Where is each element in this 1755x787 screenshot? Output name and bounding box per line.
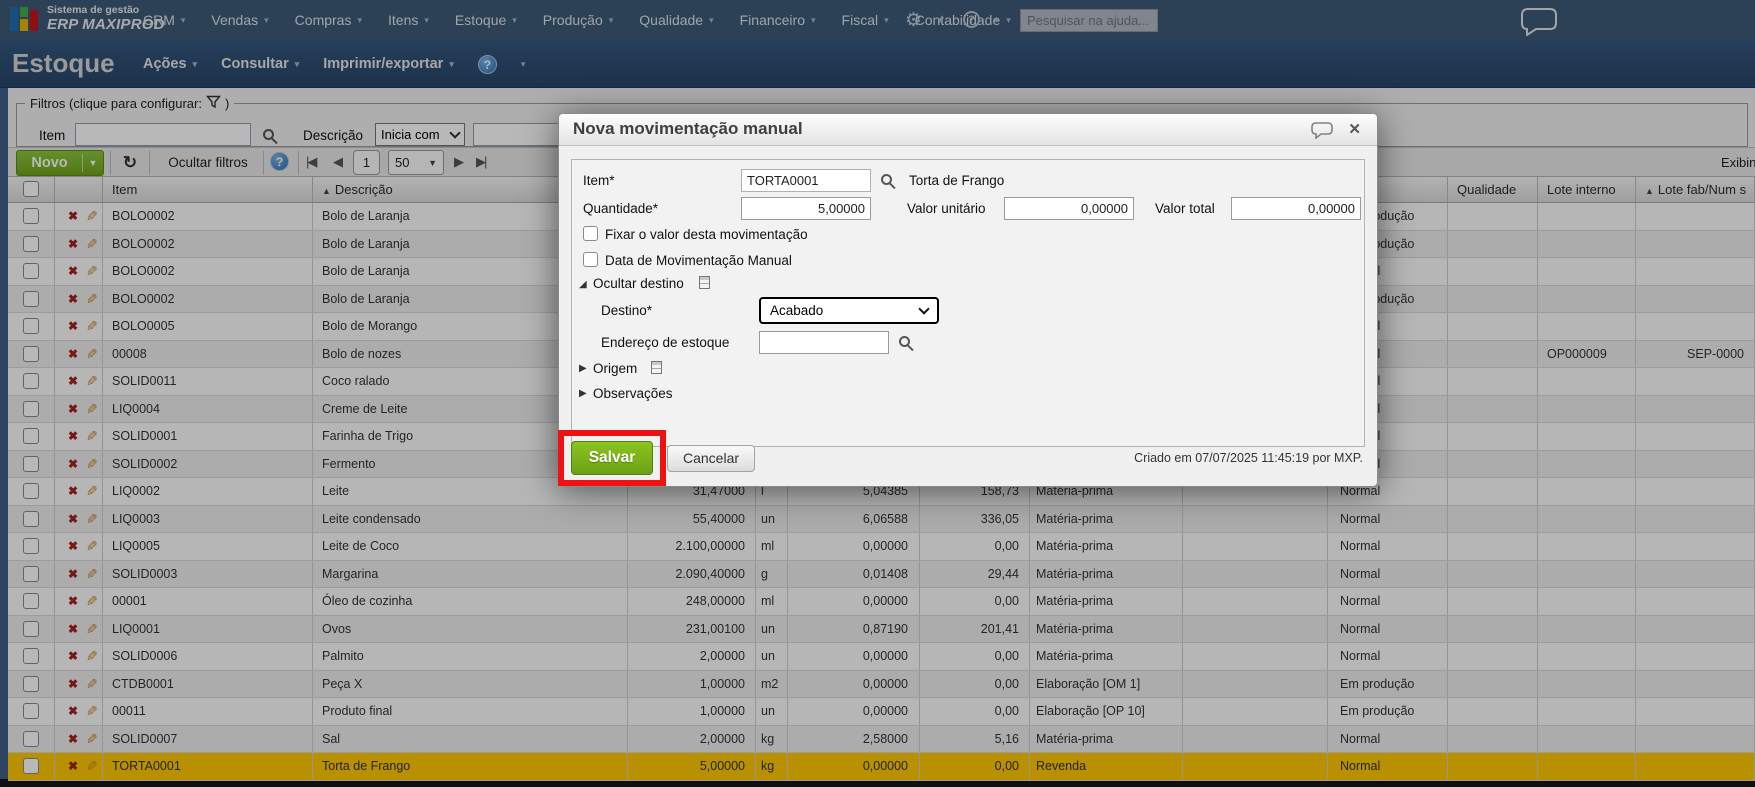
fixar-valor-checkbox[interactable]	[583, 226, 598, 241]
item-input[interactable]	[741, 169, 871, 192]
data-movimentacao-checkbox[interactable]	[583, 252, 598, 267]
chevron-down-icon	[918, 302, 930, 315]
close-icon[interactable]: ✕	[1348, 120, 1361, 138]
endereco-search-icon[interactable]	[899, 336, 910, 347]
nova-movimentacao-dialog: Nova movimentação manual ✕ Item* Torta d…	[558, 113, 1378, 487]
comment-bubble-icon[interactable]	[1311, 121, 1333, 144]
quantidade-input[interactable]	[741, 197, 871, 220]
dialog-title-bar[interactable]: Nova movimentação manual ✕	[559, 114, 1377, 146]
dialog-title: Nova movimentação manual	[573, 119, 803, 138]
created-by-text: Criado em 07/07/2025 11:45:19 por MXP.	[1134, 451, 1363, 465]
item-description-text: Torta de Frango	[909, 173, 1005, 188]
valor-total-input[interactable]	[1231, 197, 1361, 220]
form-grid-icon[interactable]	[651, 361, 662, 374]
observacoes-label[interactable]: Observações	[593, 386, 673, 401]
ocultar-destino-label[interactable]: Ocultar destino	[593, 276, 684, 291]
data-movimentacao-label: Data de Movimentação Manual	[605, 253, 792, 268]
form-grid-icon[interactable]	[699, 276, 710, 289]
fixar-valor-label: Fixar o valor desta movimentação	[605, 227, 808, 242]
valor-total-label: Valor total	[1155, 201, 1215, 216]
valor-unitario-label: Valor unitário	[907, 201, 986, 216]
erp-maxiprod-page: Sistema de gestão ERP MAXIPROD CRM ▾ Ven…	[0, 0, 1755, 787]
valor-unitario-input[interactable]	[1004, 197, 1134, 220]
annotation-highlight-box	[558, 430, 666, 486]
collapse-expanded-icon[interactable]: ◢	[579, 279, 587, 290]
quantidade-label: Quantidade*	[583, 201, 659, 216]
item-label: Item*	[583, 173, 615, 188]
endereco-estoque-label: Endereço de estoque	[601, 335, 730, 350]
expand-collapsed-icon[interactable]: ▶	[579, 363, 587, 374]
expand-collapsed-icon[interactable]: ▶	[579, 388, 587, 399]
cancel-button[interactable]: Cancelar	[667, 445, 755, 472]
destino-label: Destino*	[601, 303, 653, 318]
origem-label[interactable]: Origem	[593, 361, 637, 376]
destino-select[interactable]: Acabado	[759, 297, 939, 324]
endereco-estoque-input[interactable]	[759, 331, 889, 354]
item-search-icon[interactable]	[881, 174, 892, 185]
